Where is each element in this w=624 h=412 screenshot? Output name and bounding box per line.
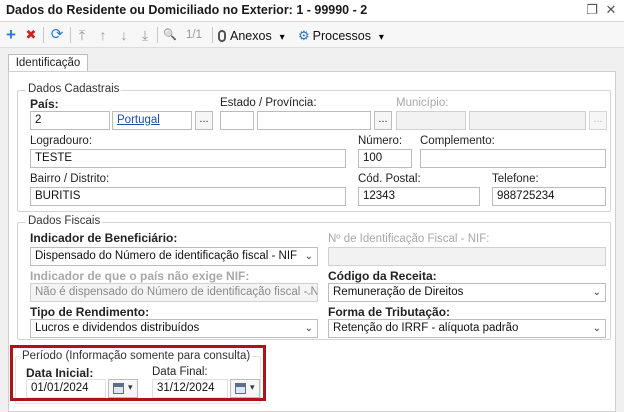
estado-lookup-button[interactable]: ...: [374, 111, 392, 130]
tipo-rendimento-label: Tipo de Rendimento:: [30, 305, 150, 319]
numero-input[interactable]: 100: [358, 149, 412, 168]
forma-tributacao-label: Forma de Tributação:: [328, 305, 451, 319]
estado-label: Estado / Província:: [220, 97, 317, 109]
dados-cadastrais-title: Dados Cadastrais: [26, 83, 122, 95]
dados-cadastrais-group: Dados Cadastrais País: 2 Portugal ... Es…: [17, 83, 611, 212]
attachments-menu[interactable]: Anexos ▾: [218, 26, 290, 44]
search-icon[interactable]: 🔍: [162, 26, 178, 44]
paperclip-icon: [218, 30, 226, 42]
last-record-icon[interactable]: ⤓: [138, 26, 152, 44]
chevron-down-icon: ⌄: [304, 323, 313, 334]
delete-icon[interactable]: ✖: [24, 26, 38, 44]
codigo-receita-select[interactable]: Remuneração de Direitos ⌄: [328, 283, 606, 302]
pais-name-link[interactable]: Portugal: [117, 114, 160, 126]
municipio-label: Município:: [396, 97, 449, 109]
tab-identificacao[interactable]: Identificação: [8, 54, 88, 72]
forma-tributacao-value: Retenção do IRRF - alíquota padrão: [333, 322, 519, 334]
numero-label: Número:: [358, 135, 403, 147]
tipo-rendimento-select[interactable]: Lucros e dividendos distribuídos ⌄: [30, 319, 318, 338]
close-icon[interactable]: ✕: [603, 2, 619, 18]
telefone-label: Telefone:: [492, 173, 539, 185]
previous-record-icon[interactable]: ↑: [96, 26, 110, 44]
pais-name-field[interactable]: Portugal: [112, 111, 192, 130]
chevron-down-icon: ⌄: [592, 323, 601, 334]
cep-input[interactable]: 12343: [358, 187, 480, 206]
municipio-lookup-button[interactable]: ...: [589, 111, 607, 130]
pais-label: País:: [30, 97, 59, 111]
nif-input[interactable]: [328, 247, 606, 266]
chevron-down-icon: ⌄: [304, 287, 313, 298]
pais-lookup-button[interactable]: ...: [195, 111, 213, 130]
add-icon[interactable]: +: [4, 26, 18, 44]
complemento-label: Complemento:: [420, 135, 495, 147]
bairro-label: Bairro / Distrito:: [30, 173, 110, 185]
window-title: Dados do Residente ou Domiciliado no Ext…: [6, 3, 368, 17]
attachments-label: Anexos: [230, 29, 272, 43]
estado-code-input[interactable]: [220, 111, 254, 130]
toolbar-separator: [43, 27, 44, 43]
periodo-highlight-box: [10, 345, 266, 401]
indicador-beneficiario-select[interactable]: Dispensado do Número de identificação fi…: [30, 247, 318, 266]
indicador-nao-exige-value: Não é dispensado do Número de identifica…: [35, 286, 318, 298]
chevron-down-icon: ▾: [279, 32, 285, 43]
window-titlebar: Dados do Residente ou Domiciliado no Ext…: [0, 0, 624, 22]
complemento-input[interactable]: [420, 149, 606, 168]
chevron-down-icon: ⌄: [304, 251, 313, 262]
indicador-beneficiario-value: Dispensado do Número de identificação fi…: [35, 250, 298, 262]
logradouro-input[interactable]: TESTE: [30, 149, 346, 168]
gear-icon: ⚙: [298, 28, 310, 43]
forma-tributacao-select[interactable]: Retenção do IRRF - alíquota padrão ⌄: [328, 319, 606, 338]
telefone-input[interactable]: 988725234: [492, 187, 606, 206]
toolbar: + ✖ ⟳ ⤒ ↑ ↓ ⤓ 🔍 1/1 Anexos ▾ ⚙ Processos …: [0, 22, 624, 48]
estado-name-input[interactable]: [257, 111, 371, 130]
indicador-nao-exige-label: Indicador de que o país não exige NIF:: [30, 269, 250, 283]
page-counter: 1/1: [186, 29, 202, 41]
cep-label: Cód. Postal:: [358, 173, 421, 185]
restore-icon[interactable]: ❐: [584, 2, 600, 18]
toolbar-separator: [212, 27, 213, 43]
codigo-receita-value: Remuneração de Direitos: [333, 286, 464, 298]
bairro-input[interactable]: BURITIS: [30, 187, 346, 206]
processes-menu[interactable]: ⚙ Processos ▾: [298, 26, 388, 44]
nif-label: Nº de Identificação Fiscal - NIF:: [328, 233, 490, 245]
logradouro-label: Logradouro:: [30, 135, 93, 147]
dados-fiscais-title: Dados Fiscais: [26, 215, 103, 227]
indicador-nao-exige-select[interactable]: Não é dispensado do Número de identifica…: [30, 283, 318, 302]
chevron-down-icon: ▾: [378, 32, 384, 43]
municipio-code-input[interactable]: [396, 111, 466, 130]
pais-code-input[interactable]: 2: [30, 111, 110, 130]
tipo-rendimento-value: Lucros e dividendos distribuídos: [35, 322, 200, 334]
toolbar-separator: [70, 27, 71, 43]
chevron-down-icon: ⌄: [592, 287, 601, 298]
refresh-icon[interactable]: ⟳: [49, 26, 65, 44]
dados-fiscais-group: Dados Fiscais Indicador de Beneficiário:…: [17, 215, 611, 340]
toolbar-separator: [157, 27, 158, 43]
processes-label: Processos: [312, 29, 372, 43]
next-record-icon[interactable]: ↓: [117, 26, 131, 44]
first-record-icon[interactable]: ⤒: [75, 26, 89, 44]
codigo-receita-label: Código da Receita:: [328, 269, 437, 283]
indicador-beneficiario-label: Indicador de Beneficiário:: [30, 231, 178, 245]
municipio-name-input[interactable]: [469, 111, 586, 130]
